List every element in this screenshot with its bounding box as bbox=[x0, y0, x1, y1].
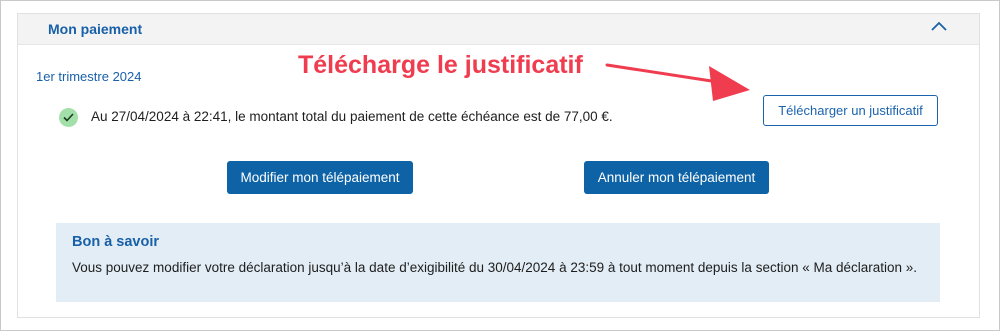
check-circle-icon bbox=[59, 108, 78, 127]
info-box: Bon à savoir Vous pouvez modifier votre … bbox=[56, 223, 940, 302]
download-receipt-button[interactable]: Télécharger un justificatif bbox=[763, 95, 938, 126]
panel-title: Mon paiement bbox=[48, 21, 143, 37]
info-text: Vous pouvez modifier votre déclaration j… bbox=[72, 260, 918, 275]
cancel-payment-button[interactable]: Annuler mon télépaiement bbox=[584, 161, 769, 194]
period-label: 1er trimestre 2024 bbox=[36, 69, 142, 84]
panel-header[interactable]: Mon paiement bbox=[18, 14, 979, 45]
payment-status-text: Au 27/04/2024 à 22:41, le montant total … bbox=[91, 109, 613, 124]
info-title: Bon à savoir bbox=[72, 234, 160, 250]
annotation-label: Télécharge le justificatif bbox=[298, 51, 583, 79]
modify-payment-button[interactable]: Modifier mon télépaiement bbox=[227, 161, 413, 194]
screenshot-frame: Mon paiement 1er trimestre 2024 Au 27/04… bbox=[0, 0, 1000, 331]
arrow-right-icon bbox=[605, 63, 750, 101]
chevron-up-icon[interactable] bbox=[930, 20, 948, 34]
